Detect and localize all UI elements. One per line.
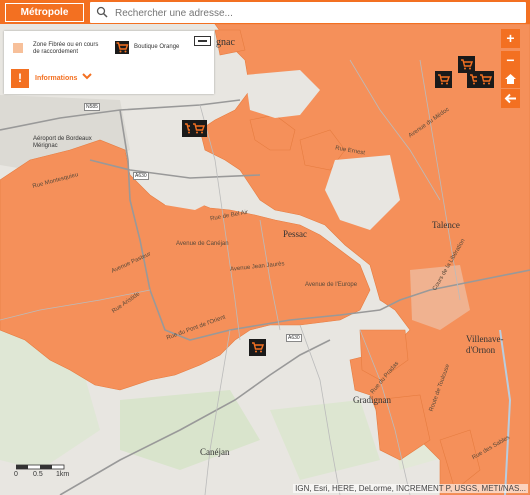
cart-icon bbox=[461, 59, 473, 70]
cart-icon bbox=[116, 42, 129, 53]
road-label-a630-south: A630 bbox=[286, 334, 302, 342]
fiber-zone-swatch bbox=[13, 43, 23, 53]
shop-marker[interactable] bbox=[435, 71, 452, 88]
cart-icon bbox=[480, 74, 492, 85]
place-gnac: gnac bbox=[216, 37, 235, 48]
minus-icon bbox=[198, 40, 207, 42]
road-label-a630-north: A630 bbox=[133, 172, 149, 180]
fiber-zone-label: Zone Fibrée ou en cours de raccordement bbox=[33, 42, 99, 55]
shop-marker[interactable] bbox=[249, 339, 266, 356]
shop-legend-label: Boutique Orange bbox=[134, 44, 180, 50]
scale-tick-0: 0 bbox=[14, 471, 18, 478]
zoom-out-button[interactable]: − bbox=[501, 51, 520, 70]
scale-bar-graphic bbox=[16, 464, 65, 470]
arrow-left-icon bbox=[504, 93, 516, 104]
place-gradignan: Gradignan bbox=[353, 395, 391, 405]
map-attribution: IGN, Esri, HERE, DeLorme, INCREMENT P, U… bbox=[293, 484, 528, 493]
scale-tick-half: 0.5 bbox=[33, 471, 43, 478]
info-exclamation-icon[interactable]: ! bbox=[11, 69, 29, 88]
street-label: Avenue de Canéjan bbox=[176, 241, 229, 247]
place-villenave: Villenave-d'Ornon bbox=[466, 334, 526, 356]
shop-marker[interactable] bbox=[477, 71, 494, 88]
scale-bar: 0 0.5 1km bbox=[14, 463, 70, 483]
street-label: Avenue de l'Europe bbox=[305, 282, 358, 288]
cart-icon bbox=[438, 74, 450, 85]
informations-link[interactable]: Informations bbox=[35, 75, 77, 82]
search-icon bbox=[96, 6, 108, 18]
zoom-in-button[interactable]: + bbox=[501, 29, 520, 48]
scale-tick-1km: 1km bbox=[56, 471, 70, 478]
cart-icon bbox=[193, 123, 205, 134]
chevron-down-icon[interactable] bbox=[82, 71, 92, 81]
search-input[interactable] bbox=[113, 4, 517, 22]
road-label-n585: N585 bbox=[84, 103, 100, 111]
back-button[interactable] bbox=[501, 89, 520, 108]
cart-icon bbox=[252, 342, 264, 353]
place-talence: Talence bbox=[432, 220, 460, 230]
place-villenave-label: Villenave-d'Ornon bbox=[466, 334, 504, 355]
legend-panel: Zone Fibrée ou en cours de raccordement … bbox=[4, 31, 214, 94]
home-icon bbox=[505, 74, 516, 84]
place-canejan: Canéjan bbox=[200, 447, 230, 457]
shop-marker[interactable] bbox=[190, 120, 207, 137]
search-box[interactable] bbox=[90, 2, 526, 23]
place-aeroport: Aéroport de Bordeaux Mérignac bbox=[33, 136, 92, 149]
home-button[interactable] bbox=[501, 69, 520, 88]
place-pessac: Pessac bbox=[283, 229, 307, 239]
metropole-button[interactable]: Métropole bbox=[5, 3, 84, 22]
shop-legend-icon bbox=[115, 41, 129, 54]
top-bar: Métropole bbox=[0, 0, 530, 24]
legend-collapse-button[interactable] bbox=[194, 36, 211, 46]
